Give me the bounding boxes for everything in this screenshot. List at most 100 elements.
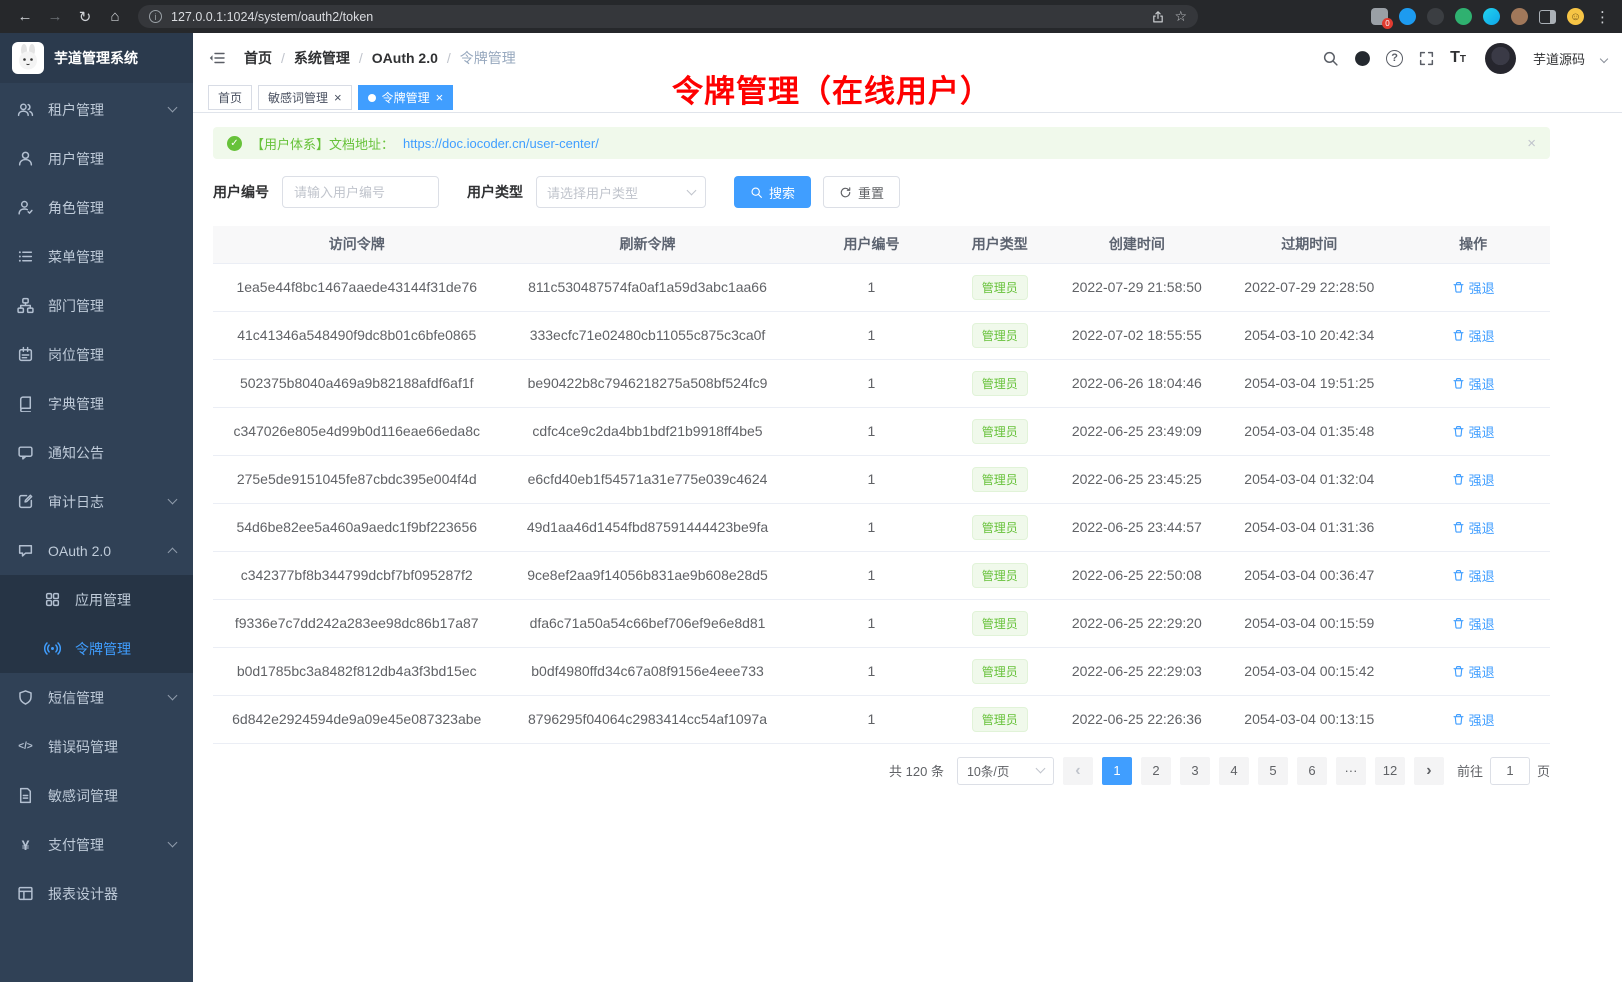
address-bar[interactable]: i 127.0.0.1:1024/system/oauth2/token ☆ bbox=[138, 5, 1198, 28]
sidebar-item-label: OAuth 2.0 bbox=[48, 543, 111, 559]
browser-forward-icon[interactable]: → bbox=[42, 4, 68, 30]
close-icon[interactable]: × bbox=[1527, 135, 1536, 152]
tab-label: 首页 bbox=[218, 89, 242, 106]
page-button-12[interactable]: 12 bbox=[1375, 757, 1405, 785]
breadcrumb-oauth[interactable]: OAuth 2.0 bbox=[372, 50, 438, 66]
page-button-4[interactable]: 4 bbox=[1219, 757, 1249, 785]
table-row: 41c41346a548490f9dc8b01c6bfe0865 333ecfc… bbox=[213, 311, 1550, 359]
sidebar-item-sensitive-word[interactable]: 敏感词管理 bbox=[0, 771, 193, 820]
document-icon bbox=[17, 787, 34, 804]
page-button-1[interactable]: 1 bbox=[1102, 757, 1132, 785]
sidebar-item-label: 支付管理 bbox=[48, 835, 104, 855]
force-logout-button[interactable]: 强退 bbox=[1452, 662, 1495, 681]
browser-menu-icon[interactable]: ⋮ bbox=[1595, 8, 1610, 26]
sidebar-item-dict[interactable]: 字典管理 bbox=[0, 379, 193, 428]
doc-link[interactable]: https://doc.iocoder.cn/user-center/ bbox=[403, 136, 599, 151]
force-logout-button[interactable]: 强退 bbox=[1452, 518, 1495, 537]
tab-sensitive-word[interactable]: 敏感词管理 × bbox=[258, 85, 352, 110]
username[interactable]: 芋道源码 bbox=[1533, 49, 1585, 68]
user-type-select[interactable]: 请选择用户类型 bbox=[536, 176, 706, 208]
green-extension-icon[interactable] bbox=[1455, 8, 1472, 25]
breadcrumb-system[interactable]: 系统管理 bbox=[294, 48, 350, 68]
sidebar-item-tenant[interactable]: 租户管理 bbox=[0, 85, 193, 134]
force-logout-button[interactable]: 强退 bbox=[1452, 278, 1495, 297]
page-button-6[interactable]: 6 bbox=[1297, 757, 1327, 785]
user-type-cell: 管理员 bbox=[948, 551, 1051, 599]
sidebar-item-post[interactable]: 岗位管理 bbox=[0, 330, 193, 379]
logo-bar[interactable]: 芋道管理系统 bbox=[0, 33, 193, 83]
sidebar-item-oauth-token[interactable]: 令牌管理 bbox=[0, 624, 193, 673]
browser-reload-icon[interactable]: ↻ bbox=[72, 4, 98, 30]
sidebar-item-user[interactable]: 用户管理 bbox=[0, 134, 193, 183]
goto-page-input[interactable] bbox=[1490, 757, 1530, 785]
dark-extension-icon[interactable] bbox=[1427, 8, 1444, 25]
browser-back-icon[interactable]: ← bbox=[12, 4, 38, 30]
tab-home[interactable]: 首页 bbox=[208, 85, 252, 110]
browser-profile-avatar[interactable]: ☺ bbox=[1567, 8, 1584, 25]
extension-icon[interactable]: 0 bbox=[1371, 8, 1388, 25]
sidebar-item-oauth-apps[interactable]: 应用管理 bbox=[0, 575, 193, 624]
user-avatar[interactable] bbox=[1485, 43, 1516, 74]
sidebar-item-notice[interactable]: 通知公告 bbox=[0, 428, 193, 477]
tab-token[interactable]: 令牌管理 × bbox=[358, 85, 454, 110]
sidebar-item-sms[interactable]: 短信管理 bbox=[0, 673, 193, 722]
force-logout-button[interactable]: 强退 bbox=[1452, 374, 1495, 393]
close-icon[interactable]: × bbox=[436, 91, 444, 104]
site-info-icon[interactable]: i bbox=[149, 10, 162, 23]
sidebar-item-role[interactable]: 角色管理 bbox=[0, 183, 193, 232]
page-button-2[interactable]: 2 bbox=[1141, 757, 1171, 785]
share-icon[interactable] bbox=[1151, 10, 1165, 24]
sidebar-item-oauth[interactable]: OAuth 2.0 bbox=[0, 526, 193, 575]
force-logout-button[interactable]: 强退 bbox=[1452, 710, 1495, 729]
reset-button[interactable]: 重置 bbox=[823, 176, 900, 208]
browser-home-icon[interactable]: ⌂ bbox=[102, 4, 128, 30]
created-cell: 2022-06-25 22:29:20 bbox=[1051, 599, 1222, 647]
sidebar-item-dept[interactable]: 部门管理 bbox=[0, 281, 193, 330]
font-size-icon[interactable]: TT bbox=[1450, 50, 1466, 66]
page-button-5[interactable]: 5 bbox=[1258, 757, 1288, 785]
page-size-select[interactable]: 10条/页 bbox=[957, 757, 1054, 785]
paw-extension-icon[interactable] bbox=[1511, 8, 1528, 25]
github-icon[interactable] bbox=[1354, 50, 1371, 67]
sidebar-item-label: 角色管理 bbox=[48, 198, 104, 218]
sidebar-item-menu[interactable]: 菜单管理 bbox=[0, 232, 193, 281]
table-row: 54d6be82ee5a460a9aedc1f9bf223656 49d1aa4… bbox=[213, 503, 1550, 551]
sidebar-item-payment[interactable]: ¥ 支付管理 bbox=[0, 820, 193, 869]
navbar-actions: ? TT 芋道源码 bbox=[1322, 43, 1607, 74]
created-cell: 2022-06-25 22:26:36 bbox=[1051, 695, 1222, 743]
breadcrumb-separator: / bbox=[359, 50, 363, 66]
table-row: f9336e7c7dd242a283ee98dc86b17a87 dfa6c71… bbox=[213, 599, 1550, 647]
twitter-extension-icon[interactable] bbox=[1399, 8, 1416, 25]
sidebar-item-error-code[interactable]: </> 错误码管理 bbox=[0, 722, 193, 771]
actions-cell: 强退 bbox=[1396, 263, 1550, 311]
force-logout-button[interactable]: 强退 bbox=[1452, 470, 1495, 489]
close-icon[interactable]: × bbox=[334, 91, 342, 104]
force-logout-button[interactable]: 强退 bbox=[1452, 566, 1495, 585]
force-logout-button[interactable]: 强退 bbox=[1452, 422, 1495, 441]
bookmark-star-icon[interactable]: ☆ bbox=[1174, 8, 1187, 25]
sidebar-item-report-designer[interactable]: 报表设计器 bbox=[0, 869, 193, 918]
side-panel-icon[interactable] bbox=[1539, 10, 1556, 24]
user-type-tag: 管理员 bbox=[972, 419, 1028, 444]
sidebar-item-audit-log[interactable]: 审计日志 bbox=[0, 477, 193, 526]
help-icon[interactable]: ? bbox=[1386, 50, 1403, 67]
chevron-down-icon[interactable] bbox=[1600, 55, 1608, 63]
access-token-cell: 6d842e2924594de9a09e45e087323abe bbox=[213, 695, 500, 743]
url-text[interactable]: 127.0.0.1:1024/system/oauth2/token bbox=[171, 10, 1142, 24]
user-type-cell: 管理员 bbox=[948, 599, 1051, 647]
next-page-button[interactable]: › bbox=[1414, 757, 1444, 785]
force-logout-button[interactable]: 强退 bbox=[1452, 326, 1495, 345]
search-button[interactable]: 搜索 bbox=[734, 176, 811, 208]
force-logout-button[interactable]: 强退 bbox=[1452, 614, 1495, 633]
page-ellipsis[interactable]: ··· bbox=[1336, 757, 1366, 785]
search-icon[interactable] bbox=[1322, 50, 1339, 67]
page-button-3[interactable]: 3 bbox=[1180, 757, 1210, 785]
user-id-input[interactable] bbox=[282, 176, 439, 208]
fullscreen-icon[interactable] bbox=[1418, 50, 1435, 67]
badge-icon bbox=[17, 346, 34, 363]
sidebar-fold-icon[interactable] bbox=[208, 49, 226, 67]
prev-page-button[interactable]: ‹ bbox=[1063, 757, 1093, 785]
breadcrumb-home[interactable]: 首页 bbox=[244, 48, 272, 68]
user-id-cell: 1 bbox=[795, 263, 949, 311]
teal-extension-icon[interactable] bbox=[1483, 8, 1500, 25]
